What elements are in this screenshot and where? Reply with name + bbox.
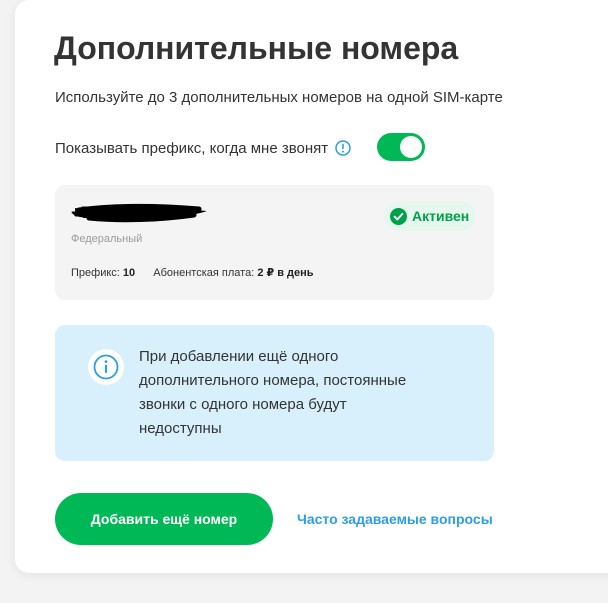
fee-label: Абонентская плата:	[153, 267, 255, 279]
number-card: +7 Федеральный Префикс: 10 Абонентская п…	[55, 185, 494, 300]
page-subtitle: Используйте до 3 дополнительных номеров …	[55, 89, 503, 106]
number-type: Федеральный	[71, 233, 143, 245]
number-details: Префикс: 10 Абонентская плата: 2 ₽ в ден…	[71, 266, 314, 279]
add-number-button[interactable]: Добавить ещё номер	[55, 493, 273, 545]
page-title: Дополнительные номера	[54, 30, 459, 66]
status-badge: Активен	[384, 201, 477, 231]
status-text: Активен	[412, 208, 470, 224]
prefix-setting-row: Показывать префикс, когда мне звонят	[55, 134, 351, 162]
info-icon[interactable]	[335, 140, 351, 156]
redaction-scribble	[72, 203, 207, 223]
info-icon	[93, 354, 119, 380]
notice-icon-wrap	[88, 349, 124, 385]
additional-numbers-card: Дополнительные номера Используйте до 3 д…	[15, 0, 608, 573]
faq-link[interactable]: Часто задаваемые вопросы	[297, 511, 493, 527]
notice-box: При добавлении ещё одного дополнительног…	[55, 325, 494, 461]
notice-text: При добавлении ещё одного дополнительног…	[139, 348, 407, 437]
check-circle-icon	[390, 207, 407, 225]
prefix-value: 10	[122, 267, 136, 279]
prefix-setting-label: Показывать префикс, когда мне звонят	[55, 139, 329, 157]
prefix-toggle[interactable]	[377, 133, 425, 161]
prefix-label: Префикс:	[71, 267, 120, 279]
toggle-knob	[400, 136, 422, 158]
fee-value: 2 ₽ в день	[257, 267, 314, 279]
